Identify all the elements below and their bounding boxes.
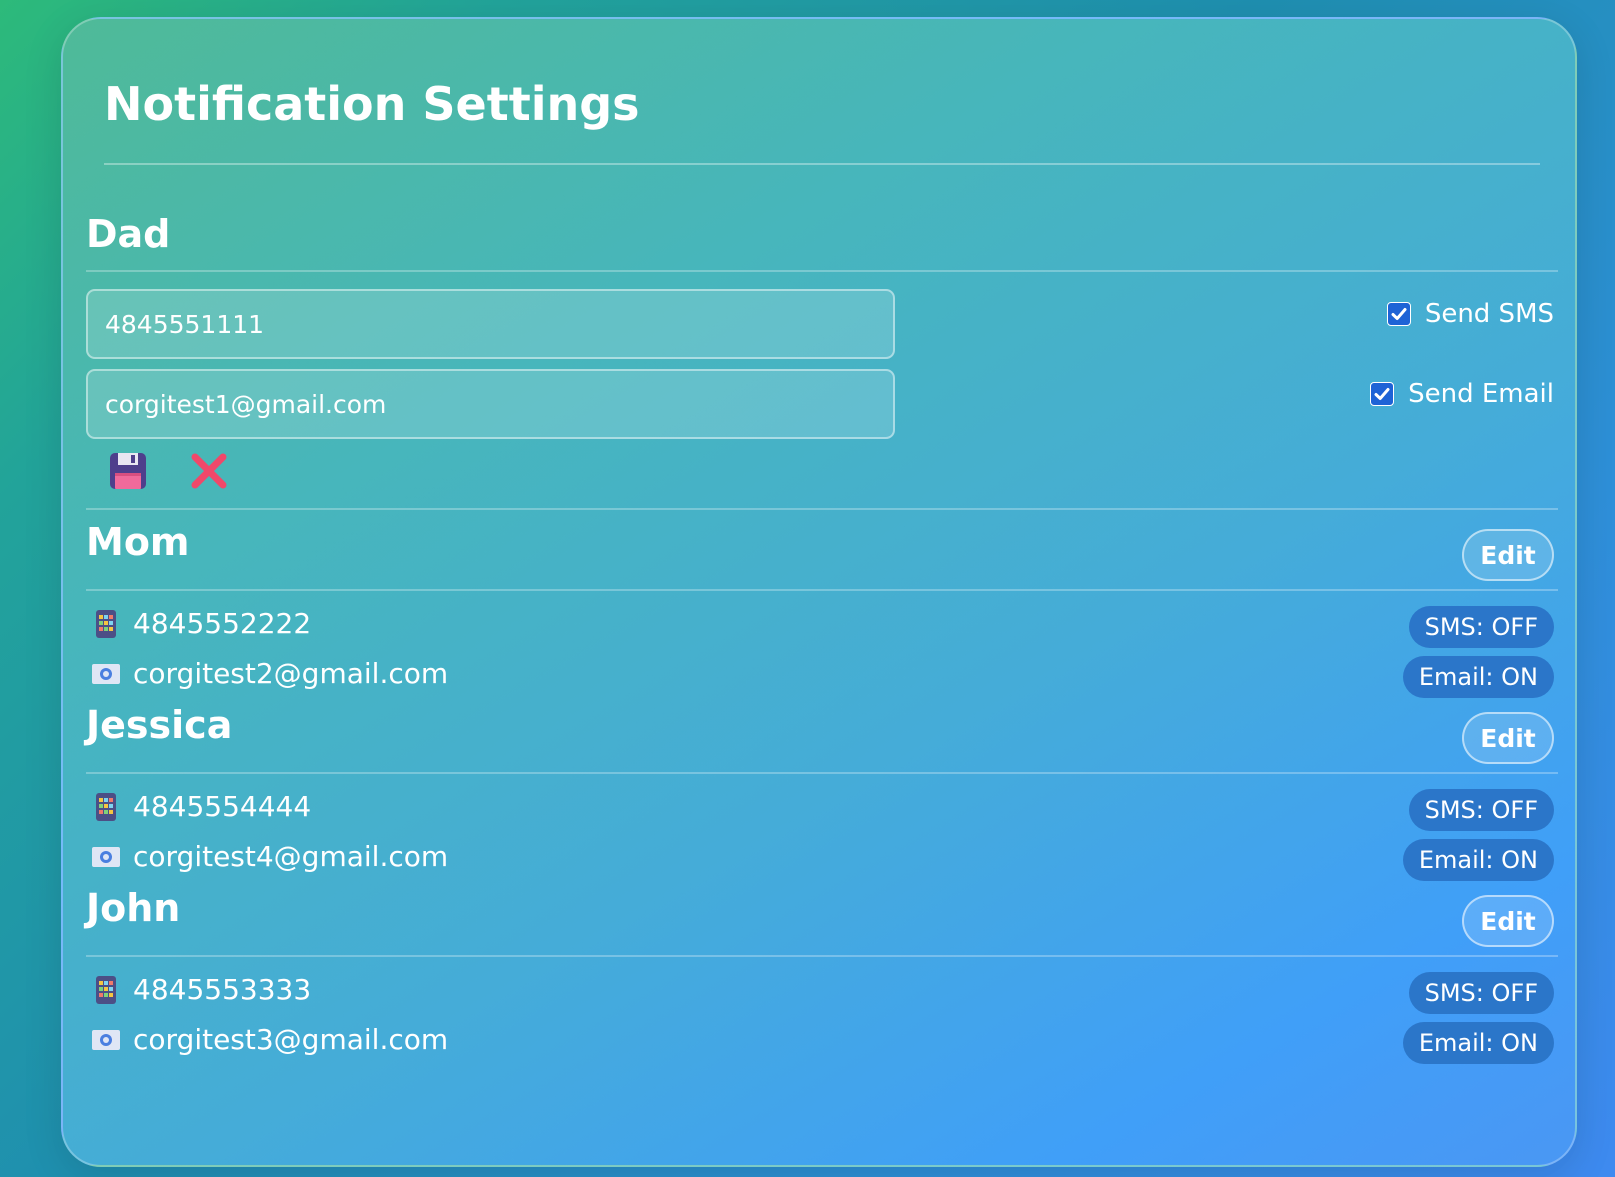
email-row: corgitest3@gmail.com	[91, 1025, 448, 1055]
phone-row: 4845554444	[91, 792, 311, 822]
email-input[interactable]	[86, 369, 895, 439]
contact-divider	[86, 270, 1558, 272]
contact-divider	[86, 772, 1558, 774]
phone-input[interactable]	[86, 289, 895, 359]
sms-status-badge: SMS: OFF	[1408, 972, 1554, 1014]
email-address: corgitest4@gmail.com	[133, 840, 449, 873]
save-button[interactable]	[107, 450, 149, 492]
email-status-badge: Email: ON	[1402, 839, 1554, 881]
contact-name-jessica: Jessica	[86, 703, 233, 747]
contact-name-john: John	[86, 886, 181, 930]
edit-button-jessica[interactable]: Edit	[1462, 712, 1554, 764]
contact-divider	[86, 955, 1558, 957]
contact-name-mom: Mom	[86, 520, 190, 564]
mobile-phone-icon	[91, 975, 121, 1005]
contact-name-dad: Dad	[86, 212, 171, 256]
contact-divider	[86, 508, 1558, 510]
email-status-badge: Email: ON	[1402, 656, 1554, 698]
phone-number: 4845553333	[133, 973, 312, 1006]
email-row: corgitest2@gmail.com	[91, 659, 448, 689]
send-email-toggle[interactable]: Send Email	[1370, 381, 1554, 407]
mobile-phone-icon	[91, 792, 121, 822]
cancel-button[interactable]	[188, 450, 230, 492]
email-icon	[91, 659, 121, 689]
sms-status-badge: SMS: OFF	[1408, 606, 1554, 648]
email-address: corgitest2@gmail.com	[133, 657, 449, 690]
email-icon	[91, 1025, 121, 1055]
notification-settings-card: Notification Settings Dad Send SMS Send …	[61, 17, 1577, 1167]
send-sms-checkbox[interactable]	[1386, 302, 1411, 326]
cross-mark-icon	[191, 453, 227, 489]
email-row: corgitest4@gmail.com	[91, 842, 448, 872]
phone-row: 4845553333	[91, 975, 311, 1005]
send-email-checkbox[interactable]	[1370, 382, 1395, 406]
edit-button-john[interactable]: Edit	[1462, 895, 1554, 947]
send-sms-toggle[interactable]: Send SMS	[1386, 299, 1554, 329]
send-sms-label: Send SMS	[1424, 299, 1554, 329]
email-status-badge: Email: ON	[1402, 1022, 1554, 1064]
checkmark-icon	[1391, 308, 1407, 320]
phone-row: 4845552222	[91, 609, 311, 639]
contact-divider	[86, 589, 1558, 591]
checkmark-icon	[1374, 388, 1390, 400]
title-divider	[104, 163, 1540, 165]
edit-button-mom[interactable]: Edit	[1462, 529, 1554, 581]
floppy-disk-icon	[110, 453, 146, 489]
page-title: Notification Settings	[104, 77, 640, 131]
email-icon	[91, 842, 121, 872]
email-address: corgitest3@gmail.com	[133, 1023, 449, 1056]
send-email-label: Send Email	[1408, 379, 1554, 409]
mobile-phone-icon	[91, 609, 121, 639]
phone-number: 4845554444	[133, 790, 312, 823]
sms-status-badge: SMS: OFF	[1408, 789, 1554, 831]
phone-number: 4845552222	[133, 607, 312, 640]
